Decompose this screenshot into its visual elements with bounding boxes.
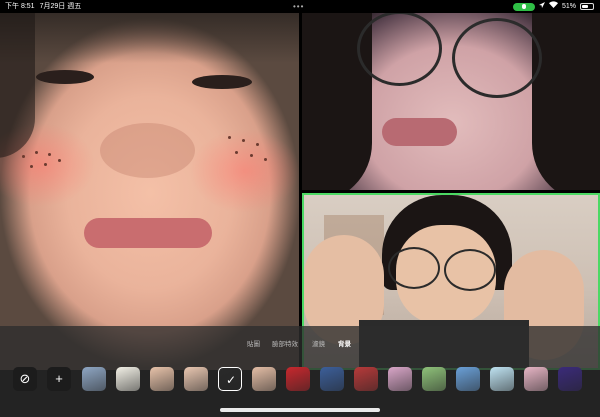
background-thumbnail-strip: ⊘ + ✓: [0, 367, 600, 391]
background-thumbnail-sky-ice[interactable]: [490, 367, 514, 391]
background-thumbnail-pink-landscape[interactable]: [388, 367, 412, 391]
multitasking-dots[interactable]: •••: [293, 0, 304, 13]
glasses-left: [357, 13, 442, 86]
glasses-left: [388, 247, 440, 289]
participant-main[interactable]: [0, 13, 299, 370]
nose: [100, 123, 195, 178]
battery-icon: [580, 3, 594, 10]
background-thumbnail-face-1[interactable]: [150, 367, 174, 391]
glasses-right: [444, 249, 496, 291]
tab-filters[interactable]: 濾鏡: [312, 340, 325, 350]
background-thumbnail-red-creature[interactable]: [286, 367, 310, 391]
mouth: [84, 218, 212, 248]
hair-right: [532, 13, 600, 190]
background-thumbnail-purple-night[interactable]: [558, 367, 582, 391]
checkmark-icon: ✓: [225, 373, 237, 387]
background-thumbnail-red-scene[interactable]: [354, 367, 378, 391]
background-thumbnail-sea-scene[interactable]: [320, 367, 344, 391]
background-thumbnail-green-hills[interactable]: [422, 367, 446, 391]
location-icon: [538, 0, 545, 13]
battery-percent: 51%: [561, 3, 576, 10]
background-thumbnail-pink-girl[interactable]: [524, 367, 548, 391]
effects-tabs: 貼圖 臉部特效 濾鏡 背景: [0, 340, 600, 350]
tab-backgrounds[interactable]: 背景: [338, 340, 351, 350]
mouth: [382, 118, 457, 146]
no-effect-icon: ⊘: [19, 371, 31, 386]
status-time: 下午 8:51: [5, 3, 35, 10]
plus-icon: +: [55, 371, 63, 386]
background-thumbnail-blur[interactable]: [82, 367, 106, 391]
participant-top-right[interactable]: [302, 13, 600, 190]
wifi-icon: [548, 0, 558, 13]
background-thumbnail-list-doc[interactable]: [116, 367, 140, 391]
glasses-right: [452, 18, 542, 98]
right-eye: [192, 75, 252, 89]
background-thumbnail-face-dark[interactable]: ✓: [218, 367, 242, 391]
none-button[interactable]: ⊘: [13, 367, 37, 391]
tab-stickers[interactable]: 貼圖: [247, 340, 260, 350]
hair-shadow: [0, 13, 35, 158]
status-date: 7月29日 週五: [39, 3, 82, 10]
background-thumbnail-face-3[interactable]: [252, 367, 276, 391]
home-indicator[interactable]: [220, 408, 380, 412]
background-thumbnail-face-2[interactable]: [184, 367, 208, 391]
background-thumbnail-cartoon-scene[interactable]: [456, 367, 480, 391]
add-background-button[interactable]: +: [47, 367, 71, 391]
tab-face-effects[interactable]: 臉部特效: [272, 340, 298, 350]
status-bar: 下午 8:51 7月29日 週五 ••• 51%: [0, 0, 600, 13]
left-eye: [36, 70, 94, 84]
mic-indicator-icon: [512, 2, 535, 11]
